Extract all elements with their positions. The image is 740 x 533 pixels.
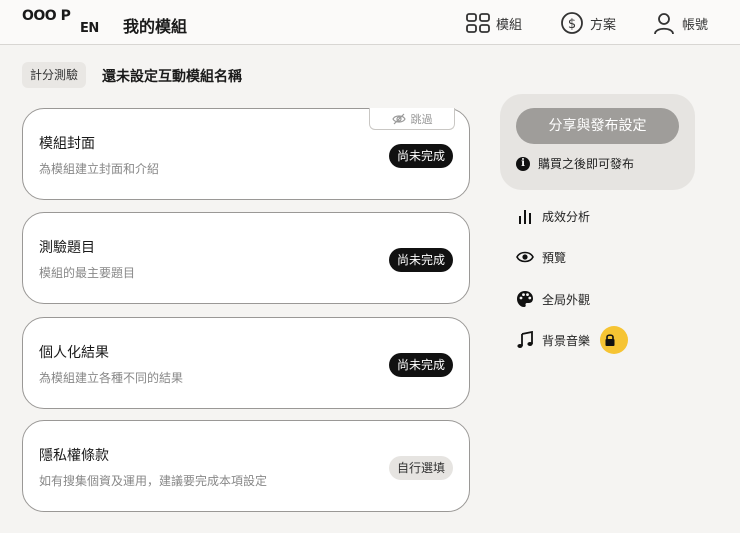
nav-plans-label: 方案	[590, 17, 617, 33]
music-icon	[517, 331, 533, 348]
info-icon: i	[516, 156, 530, 171]
status-badge: 尚未完成	[388, 353, 453, 377]
card-cover[interactable]: 跳過 模組封面 為模組建立封面和介紹 尚未完成	[22, 108, 470, 200]
sidebar-item-analytics[interactable]: 成效分析	[516, 204, 590, 228]
sidebar-item-label: 背景音樂	[542, 333, 591, 348]
card-subtitle: 模組的最主要題目	[39, 266, 136, 280]
card-title: 隱私權條款	[39, 448, 109, 464]
module-type-tag: 計分測驗	[22, 62, 87, 88]
eye-icon	[516, 251, 534, 263]
sidebar-item-label: 預覽	[542, 250, 567, 265]
svg-text:$: $	[568, 17, 576, 32]
card-subtitle: 為模組建立封面和介紹	[39, 162, 160, 176]
lock-icon	[605, 334, 615, 346]
nav-plans[interactable]: $ 方案	[560, 10, 616, 36]
page-title: 我的模組	[123, 17, 188, 36]
card-title: 測驗題目	[39, 240, 95, 256]
optional-badge: 自行選填	[388, 456, 453, 480]
sidebar-item-preview[interactable]: 預覽	[516, 245, 566, 269]
card-results[interactable]: 個人化結果 為模組建立各種不同的結果 尚未完成	[22, 317, 470, 409]
card-privacy[interactable]: 隱私權條款 如有搜集個資及運用，建議要完成本項設定 自行選填	[22, 420, 470, 512]
top-bar: OOO P EN 我的模組 模組 $ 方案 帳號	[0, 0, 740, 45]
nav-modules[interactable]: 模組	[466, 10, 522, 36]
sidebar-item-label: 成效分析	[542, 209, 591, 224]
brand-logo[interactable]: OOO P EN	[22, 9, 106, 37]
sidebar-item-appearance[interactable]: 全局外觀	[516, 287, 590, 311]
module-name[interactable]: 還未設定互動模組名稱	[102, 66, 242, 86]
share-note: i 購買之後即可發布	[516, 155, 634, 172]
skip-label: 跳過	[410, 112, 433, 126]
eye-off-icon	[391, 113, 406, 124]
grid-icon	[466, 13, 490, 33]
sidebar-item-label: 全局外觀	[542, 292, 591, 307]
status-badge: 尚未完成	[388, 248, 453, 272]
card-subtitle: 如有搜集個資及運用，建議要完成本項設定	[39, 474, 268, 488]
nav-account[interactable]: 帳號	[652, 10, 708, 36]
user-icon	[654, 13, 674, 35]
card-title: 個人化結果	[39, 345, 109, 361]
status-badge: 尚未完成	[388, 144, 453, 168]
card-title: 模組封面	[39, 136, 95, 152]
skip-button[interactable]: 跳過	[369, 108, 455, 130]
card-subtitle: 為模組建立各種不同的結果	[39, 371, 184, 385]
nav-modules-label: 模組	[496, 17, 523, 33]
logo-line-2: EN	[80, 21, 99, 36]
bar-chart-icon	[519, 210, 531, 224]
palette-icon	[517, 291, 533, 307]
lock-badge[interactable]	[600, 326, 629, 354]
share-note-text: 購買之後即可發布	[538, 157, 635, 171]
share-panel: 分享與發布設定 i 購買之後即可發布	[500, 94, 695, 190]
logo-line-1: OOO P	[22, 8, 71, 24]
share-publish-button[interactable]: 分享與發布設定	[516, 108, 679, 144]
nav-account-label: 帳號	[682, 17, 709, 33]
dollar-icon: $	[561, 12, 583, 34]
sidebar-item-music[interactable]: 背景音樂	[516, 326, 629, 354]
card-questions[interactable]: 測驗題目 模組的最主要題目 尚未完成	[22, 212, 470, 304]
